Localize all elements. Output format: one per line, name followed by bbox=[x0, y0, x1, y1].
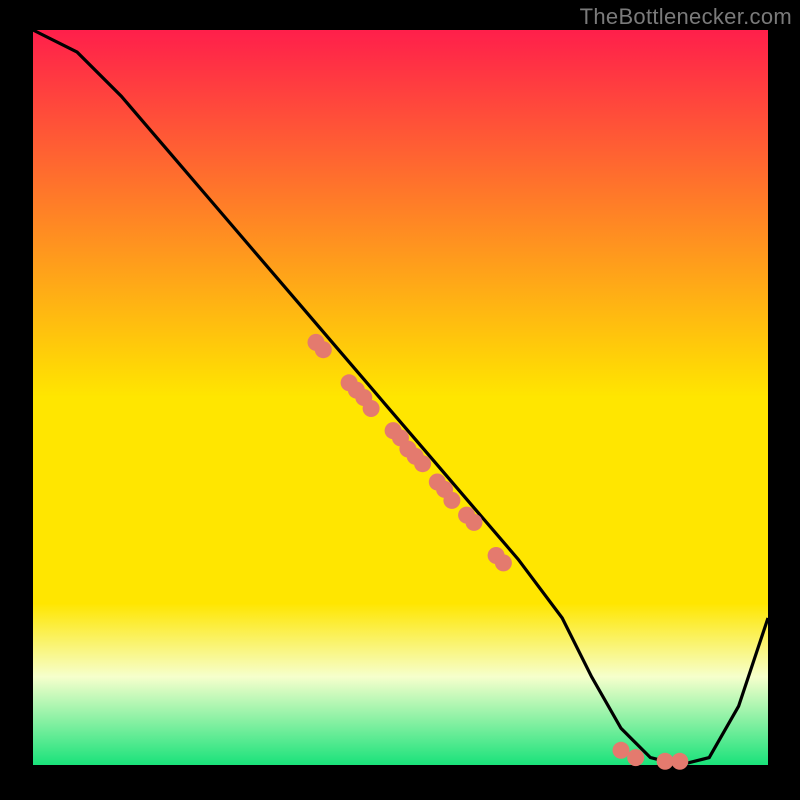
chart-stage: TheBottlenecker.com bbox=[0, 0, 800, 800]
data-point bbox=[671, 753, 688, 770]
data-point bbox=[466, 514, 483, 531]
data-point bbox=[613, 742, 630, 759]
data-point bbox=[363, 400, 380, 417]
data-point bbox=[627, 749, 644, 766]
data-point bbox=[414, 455, 431, 472]
data-point bbox=[315, 341, 332, 358]
plot-background bbox=[33, 30, 768, 765]
attribution-text: TheBottlenecker.com bbox=[580, 4, 792, 30]
data-point bbox=[443, 492, 460, 509]
data-point bbox=[657, 753, 674, 770]
bottleneck-chart bbox=[0, 0, 800, 800]
data-point bbox=[495, 554, 512, 571]
